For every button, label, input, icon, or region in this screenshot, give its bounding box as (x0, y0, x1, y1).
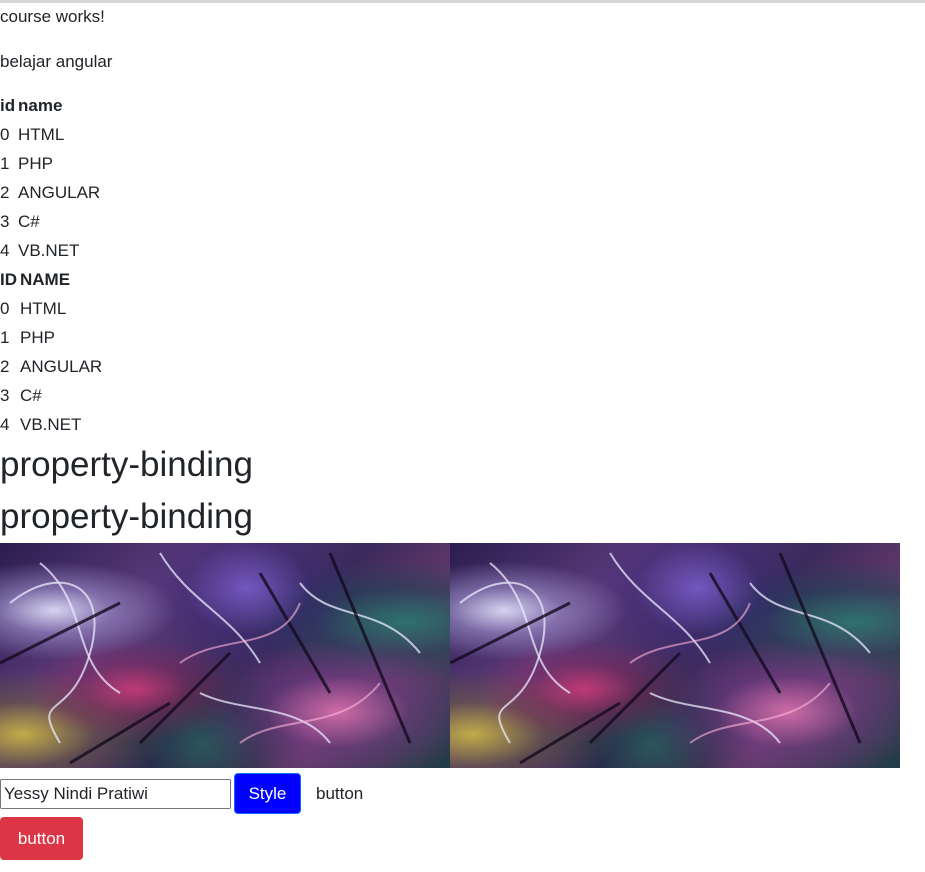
row-name: C# (18, 212, 40, 231)
course-table-lowercase: id name 0 HTML 1 PHP 2 ANGULAR 3 C# 4 VB… (0, 91, 102, 265)
subtitle-text: belajar angular (0, 52, 113, 71)
row-name: ANGULAR (18, 183, 101, 202)
table-row: 3 C# (0, 207, 102, 236)
abstract-art-lines (0, 552, 421, 765)
style-button[interactable]: Style (234, 773, 301, 814)
table-header-row: id name (0, 91, 102, 120)
danger-button[interactable]: button (0, 817, 83, 860)
table-row: 4 VB.NET (0, 236, 102, 265)
row-name: ANGULAR (20, 357, 103, 376)
row-name: PHP (18, 154, 53, 173)
table-row: 4 VB.NET (0, 410, 104, 439)
row-name: C# (20, 386, 42, 405)
row-id: 2 (0, 357, 10, 376)
table-row: 1 PHP (0, 323, 104, 352)
app-root: course works! belajar angular id name 0 … (0, 3, 925, 860)
table-header-row: ID NAME (0, 265, 104, 294)
row-id: 3 (0, 386, 10, 405)
row-name: PHP (20, 328, 55, 347)
row-id: 4 (0, 241, 10, 260)
property-binding-heading: property-binding (0, 497, 253, 536)
table-row: 1 PHP (0, 149, 102, 178)
row-id: 1 (0, 328, 10, 347)
row-name: VB.NET (20, 415, 82, 434)
table-row: 2 ANGULAR (0, 352, 104, 381)
row-id: 0 (0, 125, 10, 144)
property-binding-heading: property-binding (0, 445, 253, 484)
header-name: name (18, 96, 63, 115)
row-id: 3 (0, 212, 10, 231)
table-row: 3 C# (0, 381, 104, 410)
course-works-text: course works! (0, 7, 105, 26)
row-id: 4 (0, 415, 10, 434)
row-id: 1 (0, 154, 10, 173)
table-row: 0 HTML (0, 294, 104, 323)
abstract-image-1 (0, 543, 450, 768)
form-row: Style button (0, 770, 925, 817)
row-name: VB.NET (18, 241, 80, 260)
table-row: 0 HTML (0, 120, 102, 149)
row-name: HTML (18, 125, 65, 144)
abstract-image-2 (450, 543, 900, 768)
image-row (0, 543, 900, 768)
course-table-uppercase: ID NAME 0 HTML 1 PHP 2 ANGULAR 3 C# 4 VB… (0, 265, 104, 439)
abstract-art-lines (450, 552, 871, 765)
row-id: 0 (0, 299, 10, 318)
row-id: 2 (0, 183, 10, 202)
name-input[interactable] (0, 778, 231, 809)
plain-button[interactable]: button (301, 773, 378, 814)
header-id: ID (0, 270, 17, 289)
row-name: HTML (20, 299, 67, 318)
header-name: NAME (20, 270, 71, 289)
table-row: 2 ANGULAR (0, 178, 102, 207)
header-id: id (0, 96, 16, 115)
